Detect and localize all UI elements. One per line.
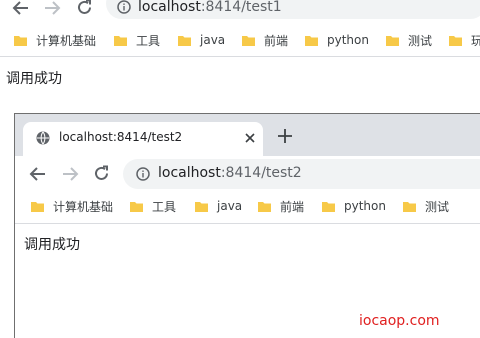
outer-page-text: 调用成功: [6, 71, 62, 87]
bookmark-label: 工具: [136, 33, 161, 48]
folder-icon: [178, 35, 191, 46]
bookmark-folder[interactable]: 测试: [403, 194, 449, 218]
bookmark-folder[interactable]: java: [195, 194, 242, 218]
forward-arrow-icon[interactable]: [61, 166, 79, 182]
tab-title: localhost:8414/test2: [59, 130, 183, 144]
bookmark-label: 前端: [264, 33, 289, 48]
bookmark-folder[interactable]: 工具: [130, 194, 176, 218]
inner-url-text[interactable]: localhost:8414/test2: [158, 165, 302, 181]
bookmark-folder[interactable]: 测试: [386, 28, 432, 52]
outer-divider: [0, 56, 480, 57]
folder-icon: [114, 35, 127, 46]
folder-icon: [130, 201, 143, 212]
bookmark-folder[interactable]: java: [178, 28, 225, 52]
outer-url-text[interactable]: localhost:8414/test1: [138, 0, 282, 15]
bookmark-folder[interactable]: 前端: [258, 194, 304, 218]
folder-icon: [31, 201, 44, 212]
globe-icon: [36, 131, 50, 145]
folder-icon: [386, 35, 399, 46]
bookmark-label: 工具: [152, 199, 177, 214]
inner-bookmarks-bar: 计算机基础 工具 java 前端 python 测试: [15, 194, 480, 218]
inner-browser-window: localhost:8414/test2 localhost:8414/test…: [14, 113, 480, 338]
info-icon[interactable]: [117, 0, 131, 14]
folder-icon: [242, 35, 255, 46]
bookmark-folder[interactable]: 计算机基础: [31, 194, 113, 218]
forward-arrow-icon[interactable]: [43, 0, 61, 16]
bookmark-folder[interactable]: 计算机基础: [14, 28, 96, 52]
bookmark-folder[interactable]: python: [322, 194, 386, 218]
folder-icon: [322, 201, 335, 212]
folder-icon: [403, 201, 416, 212]
folder-icon: [195, 201, 208, 212]
new-tab-plus-icon[interactable]: [277, 128, 293, 144]
url-host: localhost: [158, 165, 221, 181]
folder-icon: [449, 35, 462, 46]
url-path: :8414/test2: [220, 165, 302, 181]
inner-page-text: 调用成功: [24, 237, 80, 253]
bookmark-label: java: [200, 33, 226, 47]
folder-icon: [14, 35, 27, 46]
info-icon[interactable]: [136, 167, 150, 181]
bookmark-folder[interactable]: 前端: [242, 28, 288, 52]
reload-icon[interactable]: [93, 165, 110, 182]
bookmark-label: 前端: [280, 199, 305, 214]
bookmark-label: 测试: [408, 33, 433, 48]
back-arrow-icon[interactable]: [29, 166, 47, 182]
folder-icon: [258, 201, 271, 212]
inner-divider: [15, 223, 480, 224]
bookmark-label: 玩: [471, 33, 480, 48]
bookmark-label: python: [327, 33, 369, 47]
url-host: localhost: [138, 0, 201, 15]
tab-active[interactable]: localhost:8414/test2: [23, 122, 263, 156]
close-icon[interactable]: [241, 129, 259, 147]
bookmark-label: 测试: [425, 199, 450, 214]
bookmark-folder[interactable]: 工具: [114, 28, 160, 52]
bookmark-label: 计算机基础: [53, 199, 114, 214]
outer-bookmarks-bar: 计算机基础 工具 java 前端 python 测试 玩: [0, 28, 480, 52]
url-path: :8414/test1: [200, 0, 282, 15]
bookmark-label: java: [217, 199, 243, 213]
back-arrow-icon[interactable]: [12, 0, 30, 16]
bookmark-label: 计算机基础: [36, 33, 97, 48]
bookmark-folder[interactable]: 玩: [449, 28, 480, 52]
folder-icon: [305, 35, 318, 46]
watermark: iocaop.com: [359, 313, 440, 329]
bookmark-label: python: [344, 199, 386, 213]
reload-icon[interactable]: [76, 0, 93, 16]
bookmark-folder[interactable]: python: [305, 28, 369, 52]
